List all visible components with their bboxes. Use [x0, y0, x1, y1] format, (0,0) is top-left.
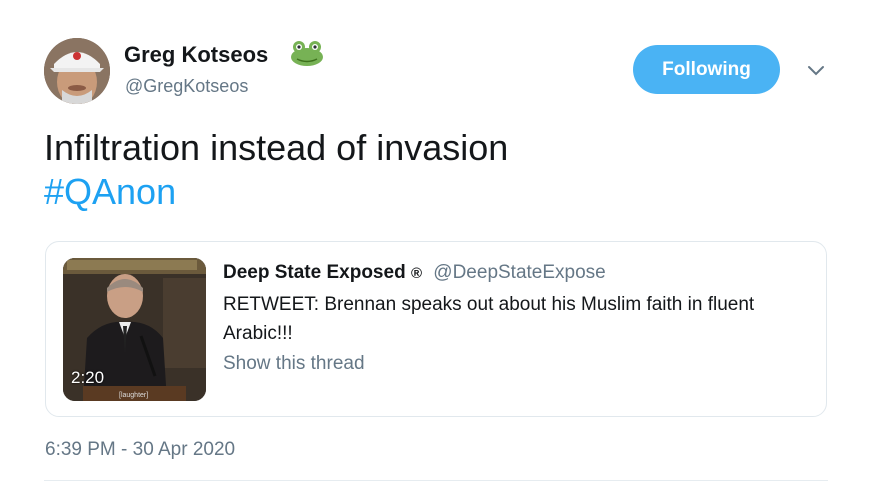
- tweet-text: Infiltration instead of invasion #QAnon: [44, 126, 508, 214]
- divider: [44, 480, 828, 481]
- author-name[interactable]: Greg Kotseos: [124, 42, 268, 68]
- quoted-tweet-text: RETWEET: Brennan speaks out about his Mu…: [223, 294, 755, 344]
- frog-icon: [291, 41, 323, 66]
- following-button[interactable]: Following: [633, 45, 780, 94]
- chevron-down-icon[interactable]: [806, 64, 826, 78]
- video-duration: 2:20: [71, 368, 105, 387]
- tweet-body: Infiltration instead of invasion: [44, 127, 509, 168]
- show-thread-link[interactable]: Show this thread: [223, 353, 365, 375]
- quoted-video-thumbnail[interactable]: 2:20 [laughter]: [63, 258, 206, 401]
- hashtag-link[interactable]: #QAnon: [44, 170, 508, 214]
- author-avatar[interactable]: [44, 38, 110, 104]
- quoted-author: Deep State Exposed ® @DeepStateExpose: [223, 262, 606, 284]
- registered-mark: ®: [410, 265, 423, 282]
- video-caption: [laughter]: [119, 392, 149, 399]
- quoted-author-name: Deep State Exposed: [223, 262, 406, 283]
- tweet-timestamp[interactable]: 6:39 PM - 30 Apr 2020: [45, 439, 235, 461]
- quoted-tweet-card[interactable]: 2:20 [laughter] Deep State Exposed ® @De…: [45, 241, 827, 417]
- quoted-author-handle: @DeepStateExpose: [433, 262, 606, 283]
- author-handle[interactable]: @GregKotseos: [125, 76, 248, 97]
